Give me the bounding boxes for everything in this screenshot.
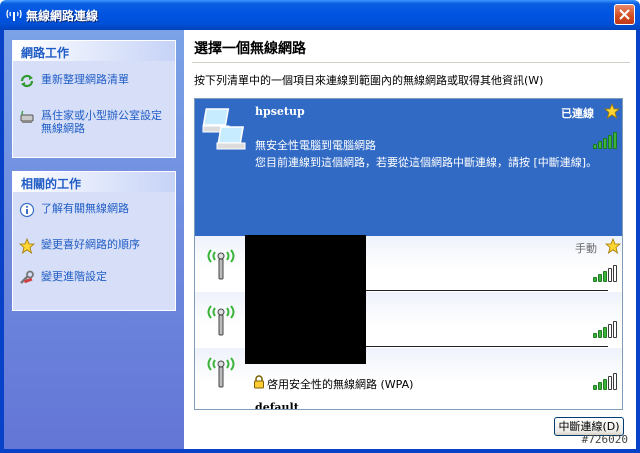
- refresh-network-list-link[interactable]: 重新整理網路清單: [19, 73, 171, 89]
- network-tasks-box: 網路工作 重新整理網路清單 爲住家或小型辦公室設定無線網路: [12, 40, 176, 158]
- title-bar: 無線網路連線: [0, 0, 640, 30]
- network-name: hpsetup: [255, 105, 305, 118]
- refresh-network-list-label: 重新整理網路清單: [41, 73, 129, 86]
- settings-icon: [20, 270, 34, 284]
- page-title: 選擇一個無線網路: [194, 41, 306, 57]
- wireless-network-list[interactable]: hpsetup 已連線 無安全性電腦到電腦網路 您目前連線到這個網路，若要從這個…: [194, 98, 623, 410]
- window-title: 無線網路連線: [26, 9, 99, 23]
- star-icon: [19, 238, 35, 254]
- setup-wireless-network-label: 爲住家或小型辦公室設定無線網路: [41, 109, 162, 135]
- network-name[interactable]: default: [255, 401, 299, 409]
- connection-detail: 您目前連線到這個網路，若要從這個網路中斷連線，請按 [中斷連線]。: [255, 156, 598, 169]
- wireless-antenna-icon: [207, 305, 235, 336]
- close-button[interactable]: [614, 4, 635, 25]
- computer-to-computer-icon: [202, 108, 246, 150]
- preferred-star-icon: [604, 103, 620, 119]
- change-advanced-settings-link[interactable]: 變更進階設定: [19, 270, 171, 286]
- change-preferred-order-label: 變更喜好網路的順序: [41, 238, 140, 251]
- network-status: 已連線: [561, 107, 594, 120]
- refresh-icon: [20, 74, 34, 88]
- setup-wireless-icon: [20, 110, 34, 123]
- info-icon: [19, 202, 35, 218]
- network-status: 手動: [575, 242, 597, 255]
- redacted-area: [245, 235, 366, 364]
- signal-strength: [593, 131, 621, 149]
- main-panel: 選擇一個無線網路 按下列清單中的一個項目來連線到範圍內的無線網路或取得其他資訊(…: [184, 30, 636, 449]
- wireless-antenna-icon: [207, 357, 235, 388]
- instructions-text: 按下列清單中的一個項目來連線到範圍內的無線網路或取得其他資訊(W): [194, 74, 544, 87]
- title-divider: [192, 62, 630, 63]
- related-tasks-box: 相關的工作 了解有關無線網路 變更喜好網路的順序 變更進階設定: [12, 171, 176, 311]
- window-frame-right: [636, 30, 640, 453]
- learn-wireless-label: 了解有關無線網路: [41, 202, 129, 215]
- related-tasks-title: 相關的工作: [13, 172, 175, 192]
- network-security: 無安全性電腦到電腦網路: [255, 139, 376, 152]
- change-advanced-settings-label: 變更進階設定: [41, 270, 107, 283]
- signal-strength: [593, 372, 621, 390]
- lock-icon: [254, 375, 264, 389]
- network-item-connected[interactable]: hpsetup 已連線 無安全性電腦到電腦網路 您目前連線到這個網路，若要從這個…: [195, 99, 622, 236]
- signal-strength: [593, 264, 621, 282]
- setup-wireless-network-link[interactable]: 爲住家或小型辦公室設定無線網路: [19, 109, 171, 139]
- network-security: 啓用安全性的無線網路 (WPA): [267, 378, 414, 391]
- preferred-star-icon: [605, 238, 621, 254]
- signal-strength: [593, 320, 621, 338]
- wireless-network-icon: [6, 9, 22, 21]
- watermark-text: #726020: [581, 433, 628, 446]
- network-tasks-title: 網路工作: [13, 41, 175, 61]
- wireless-antenna-icon: [207, 249, 235, 280]
- task-pane: 網路工作 重新整理網路清單 爲住家或小型辦公室設定無線網路 相關的工作 了解有關…: [4, 30, 184, 449]
- close-icon: [619, 9, 630, 20]
- learn-wireless-link[interactable]: 了解有關無線網路: [19, 202, 171, 218]
- change-preferred-order-link[interactable]: 變更喜好網路的順序: [19, 238, 171, 254]
- window-frame-bottom: [0, 449, 640, 453]
